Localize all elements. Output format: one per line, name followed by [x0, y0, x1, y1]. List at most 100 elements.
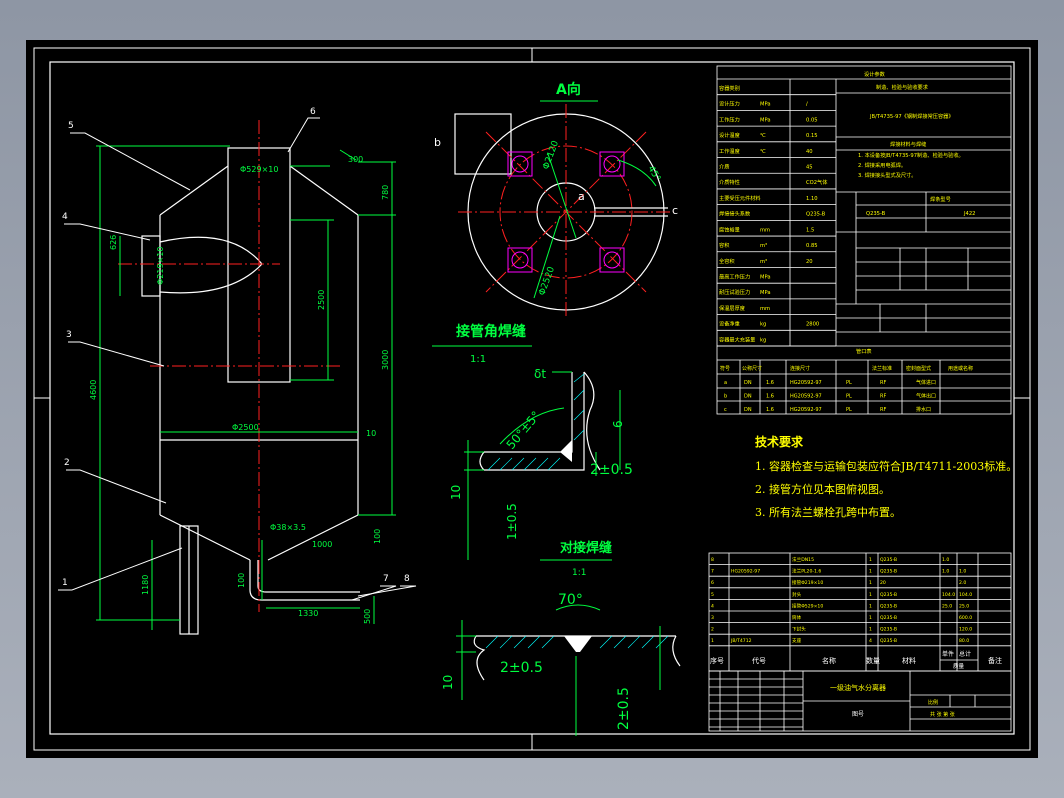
nozzle-cell: PL [846, 394, 852, 400]
design-row-value: Q235-B [806, 212, 826, 218]
bom-cell: Q235-B [880, 557, 897, 563]
dim-leg: 1180 [141, 575, 150, 595]
bom-cell: 接管Φ529×10 [792, 602, 823, 609]
butt-weld-scale: 1:1 [572, 568, 586, 578]
nozzle-cell: 气体出口 [916, 393, 936, 400]
bom-cell: 6 [711, 580, 714, 586]
fillet-weld-root: 1±0.5 [505, 503, 519, 540]
bom-cell: JB/T4712 [730, 638, 752, 644]
design-note-line-b: 2. 焊接采用电弧焊。 [858, 161, 906, 169]
bom-cell: 筒体 [792, 614, 802, 621]
bom-cell: 1 [711, 638, 714, 644]
design-row-unit: mm [760, 227, 770, 233]
dim-bottom: 1000 [312, 540, 332, 549]
design-table-title: 设计参数 [864, 70, 886, 78]
bom-cell: 80.0 [959, 638, 969, 644]
design-row-unit: ℃ [760, 133, 766, 139]
design-row-label: 设计压力 [719, 100, 740, 108]
leader-4: 4 [62, 212, 68, 222]
fillet-weld-10: 10 [449, 485, 463, 500]
nozzle-cell: HG20592-97 [790, 380, 822, 386]
design-row-unit: MPa [760, 102, 771, 108]
dim-diameter: Φ2500 [232, 423, 259, 432]
nozzle-cell: DN [744, 407, 752, 413]
bom-cell: 接管Φ219×10 [792, 579, 823, 586]
nozzle-cell: 气体进口 [916, 379, 936, 386]
bom-cell: 1 [869, 627, 872, 633]
tech-req-title: 技术要求 [755, 434, 804, 449]
design-note-line-a: 1. 本设备按JB/T4735-97制造、检验与验收。 [858, 151, 964, 159]
bom-h-2: 名称 [822, 656, 836, 665]
design-row-label: 主要受压元件材料 [719, 194, 761, 202]
bom-cell: 120.0 [959, 627, 972, 633]
design-row-label: 腐蚀裕量 [719, 225, 740, 233]
bom-cell: 4 [711, 603, 714, 609]
design-row-label: 工作压力 [719, 115, 740, 123]
fillet-weld-t: δt [534, 367, 546, 381]
nozzle-cell: a [724, 380, 727, 386]
cad-drawing-canvas[interactable]: 4600 780 3000 2500 626 1180 Φ529×10 Φ250… [0, 0, 1064, 798]
a-view-title: A向 [556, 81, 581, 98]
design-row-value: 45 [806, 165, 813, 171]
design-row-unit: MPa [760, 117, 771, 123]
bom-cell: Q235-B [880, 592, 897, 598]
fillet-weld-scale: 1:1 [470, 354, 486, 365]
nozzle-cell: 1.6 [766, 380, 774, 386]
bom-cell: 1 [869, 580, 872, 586]
nozzle-cell: b [724, 394, 727, 400]
design-row-label: 介质 [719, 163, 729, 171]
tech-req-line-3: 3. 所有法兰螺栓孔跨中布置。 [755, 505, 901, 519]
bom-cell: 1 [869, 569, 872, 575]
design-row-label: 介质特性 [719, 178, 740, 186]
nozzle-cell: PL [846, 380, 852, 386]
dim-top-cone: 780 [381, 185, 390, 200]
design-note-4: Q235-B [866, 211, 886, 217]
bom-cell: 1 [869, 592, 872, 598]
dim-pipe-length: 2500 [317, 290, 326, 310]
title-block-sheet: 共 张 第 张 [930, 711, 955, 718]
bom-cell: 104.0 [959, 592, 972, 598]
design-row-unit: kg [760, 337, 766, 343]
bom-cell: 600.0 [959, 615, 972, 621]
design-row-label: 最高工作压力 [719, 272, 750, 280]
title-block-name: 一级油气水分离器 [830, 683, 886, 692]
a-view-label-a: a [578, 190, 585, 203]
design-row-value: 1.10 [806, 196, 818, 202]
bom-h-3: 数量 [866, 656, 880, 665]
bom-cell: 5 [711, 592, 714, 598]
design-row-label: 容器最大充装量 [719, 335, 755, 343]
bom-h-sub: 质量 [953, 662, 965, 670]
bom-h-6: 总计 [959, 650, 971, 658]
bom-cell: Q235-B [880, 638, 897, 644]
bom-cell: Q235-B [880, 569, 897, 575]
title-block-scale: 比例 [928, 699, 938, 706]
nozzle-cell: RF [880, 407, 886, 413]
design-note-3: 焊条型号 [930, 195, 951, 203]
design-row-label: 耐压试验压力 [719, 288, 750, 296]
bom-cell: 2 [711, 627, 714, 633]
a-view-label-c: c [672, 204, 678, 217]
dim-100: 100 [373, 529, 382, 544]
design-row-label: 焊接接头系数 [719, 210, 751, 218]
dim-10: 10 [366, 429, 376, 438]
dim-1330: 1330 [298, 609, 318, 618]
nozzle-cell: PL [846, 407, 852, 413]
bom-h-5: 单件 [942, 650, 954, 658]
dim-top-pipe: Φ529×10 [240, 165, 278, 174]
leader-5: 5 [68, 121, 74, 131]
butt-weld-root: 2±0.5 [616, 687, 632, 730]
bom-cell: Q235-B [880, 615, 897, 621]
fillet-weld-6: 6 [611, 420, 625, 428]
design-row-value: 0.15 [806, 133, 818, 139]
dim-inlet: 626 [109, 235, 118, 250]
dim-total-height: 4600 [89, 380, 98, 400]
nozzle-cell: 1.6 [766, 394, 774, 400]
design-row-value: CO2气体 [806, 178, 828, 186]
bom-cell: 1 [869, 615, 872, 621]
design-note-5: J422 [963, 211, 975, 217]
design-row-value: 1.5 [806, 227, 814, 233]
nozzle-h-4: 密封面型式 [906, 365, 931, 372]
bom-h-0: 序号 [710, 656, 724, 665]
bom-cell: 25.0 [959, 603, 969, 609]
design-row-unit: m³ [760, 243, 767, 249]
